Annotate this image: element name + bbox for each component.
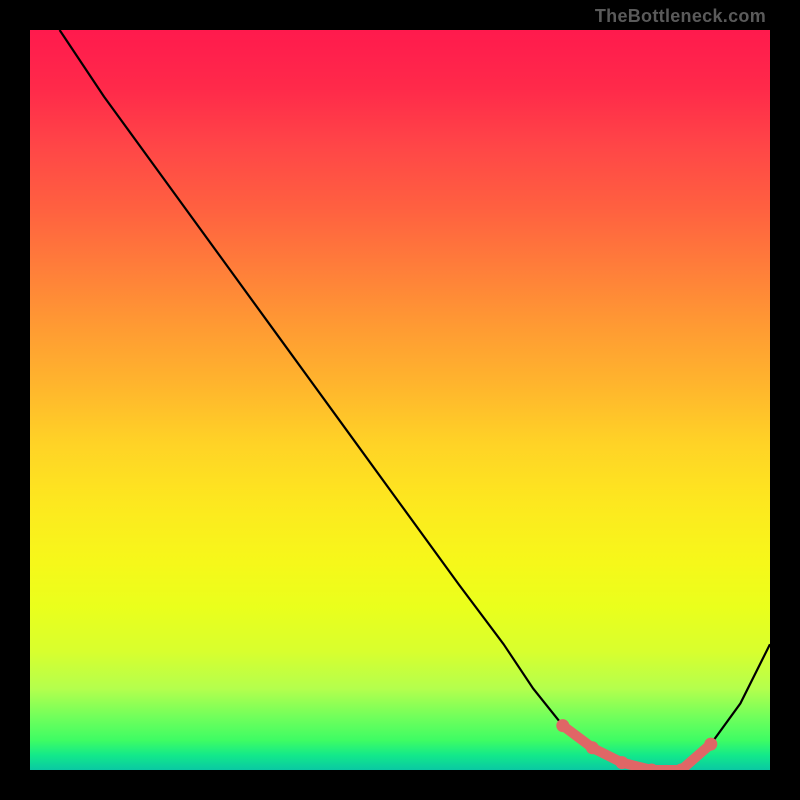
plot-area <box>30 30 770 770</box>
optimal-point <box>616 756 629 769</box>
optimal-point <box>586 741 599 754</box>
chart-svg <box>30 30 770 770</box>
optimal-point <box>556 719 569 732</box>
bottleneck-curve <box>60 30 770 770</box>
chart-frame: TheBottleneck.com <box>0 0 800 800</box>
optimal-region-highlight <box>563 726 711 770</box>
optimal-point <box>704 738 717 751</box>
attribution-text: TheBottleneck.com <box>595 6 766 27</box>
